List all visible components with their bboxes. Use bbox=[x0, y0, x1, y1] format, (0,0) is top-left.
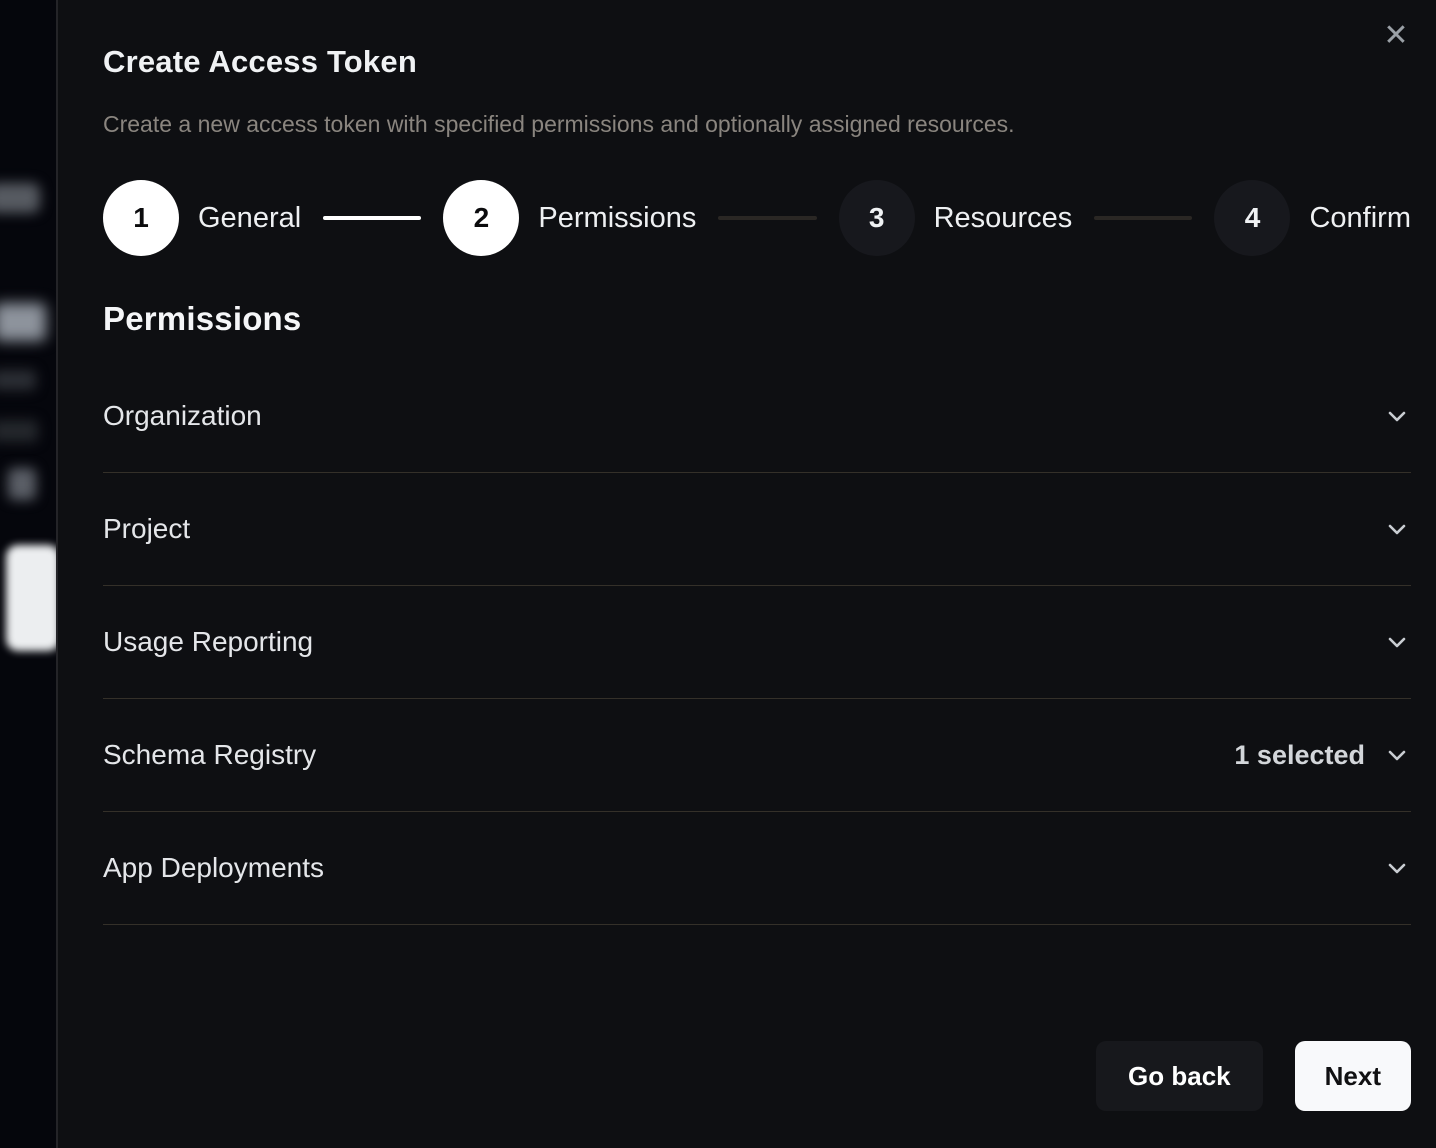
accordion-row-label: Schema Registry bbox=[103, 739, 316, 771]
step-label: Resources bbox=[934, 202, 1073, 235]
go-back-button[interactable]: Go back bbox=[1096, 1041, 1263, 1111]
step-permissions[interactable]: 2 Permissions bbox=[443, 180, 696, 256]
accordion-row-label: Project bbox=[103, 513, 190, 545]
blurred-background-icon bbox=[8, 468, 36, 500]
permissions-accordion: Organization Project Usage Reporting Sch… bbox=[103, 360, 1411, 925]
stepper: 1 General 2 Permissions 3 Resources 4 Co… bbox=[103, 180, 1411, 256]
next-button[interactable]: Next bbox=[1295, 1041, 1411, 1111]
accordion-row-usage-reporting[interactable]: Usage Reporting bbox=[103, 586, 1411, 699]
modal-subtitle: Create a new access token with specified… bbox=[103, 111, 1411, 138]
step-label: Permissions bbox=[538, 202, 696, 235]
modal-title: Create Access Token bbox=[103, 44, 1411, 80]
permissions-heading: Permissions bbox=[103, 300, 1411, 338]
accordion-row-schema-registry[interactable]: Schema Registry 1 selected bbox=[103, 699, 1411, 812]
accordion-row-app-deployments[interactable]: App Deployments bbox=[103, 812, 1411, 925]
blurred-background-shape bbox=[0, 183, 40, 213]
selection-count: 1 selected bbox=[1234, 740, 1365, 771]
chevron-down-icon bbox=[1383, 854, 1411, 882]
accordion-row-project[interactable]: Project bbox=[103, 473, 1411, 586]
step-general[interactable]: 1 General bbox=[103, 180, 301, 256]
step-connector bbox=[1094, 216, 1192, 220]
dimmed-app-background bbox=[0, 0, 56, 1148]
blurred-background-text bbox=[0, 370, 36, 390]
step-label: Confirm bbox=[1309, 202, 1411, 235]
blurred-background-card bbox=[6, 545, 56, 651]
chevron-down-icon bbox=[1383, 628, 1411, 656]
close-icon[interactable]: ✕ bbox=[1376, 16, 1416, 56]
create-access-token-modal: ✕ Create Access Token Create a new acces… bbox=[56, 0, 1436, 1148]
step-label: General bbox=[198, 202, 301, 235]
chevron-down-icon bbox=[1383, 515, 1411, 543]
accordion-row-label: Organization bbox=[103, 400, 262, 432]
accordion-row-organization[interactable]: Organization bbox=[103, 360, 1411, 473]
step-number-badge: 2 bbox=[443, 180, 519, 256]
step-number-badge: 4 bbox=[1214, 180, 1290, 256]
chevron-down-icon bbox=[1383, 402, 1411, 430]
blurred-background-text bbox=[0, 420, 38, 442]
step-number-badge: 3 bbox=[839, 180, 915, 256]
accordion-row-label: Usage Reporting bbox=[103, 626, 313, 658]
blurred-background-text bbox=[0, 303, 46, 341]
step-resources[interactable]: 3 Resources bbox=[839, 180, 1073, 256]
step-confirm[interactable]: 4 Confirm bbox=[1214, 180, 1411, 256]
accordion-row-label: App Deployments bbox=[103, 852, 324, 884]
step-connector bbox=[323, 216, 421, 220]
modal-footer: Go back Next bbox=[103, 1041, 1411, 1111]
chevron-down-icon bbox=[1383, 741, 1411, 769]
step-number-badge: 1 bbox=[103, 180, 179, 256]
step-connector bbox=[718, 216, 816, 220]
